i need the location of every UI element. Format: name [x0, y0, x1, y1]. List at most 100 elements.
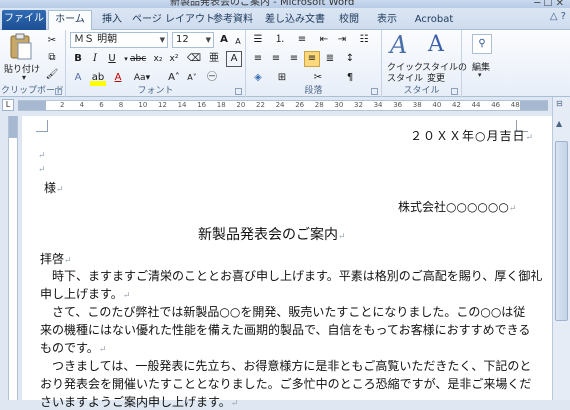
ruler-left-margin	[18, 101, 46, 110]
tab-selector-icon[interactable]: L	[2, 99, 14, 111]
ruler-number: 46	[491, 101, 501, 109]
font-name-select[interactable]: ＭＳ 明朝 ▼	[70, 32, 168, 48]
tab-home[interactable]: ホーム	[48, 10, 92, 30]
tab-insert[interactable]: 挿入	[94, 11, 130, 30]
ruler-number: 20	[236, 101, 246, 109]
subscript-icon[interactable]: x₂	[150, 51, 166, 67]
body-line[interactable]: さいますようご案内申し上げます。↵	[40, 393, 238, 410]
copy-icon[interactable]: ⧉	[44, 50, 60, 66]
ruler-number: 40	[432, 101, 442, 109]
body-line[interactable]: 申し上げます。↵	[40, 285, 130, 302]
vertical-ruler[interactable]	[8, 116, 18, 400]
window-title: 新製品発表会のご案内 - Microsoft Word	[170, 0, 355, 8]
bold-icon[interactable]: B	[70, 51, 86, 67]
line-spacing-icon[interactable]: ↕	[342, 51, 358, 67]
scroll-up-arrow-icon[interactable]: ▲	[556, 119, 562, 128]
ruler-number: 26	[295, 101, 305, 109]
ruler-number: 48	[510, 101, 520, 109]
cut-icon[interactable]: ✂	[44, 33, 60, 49]
ruler-number: 32	[354, 101, 363, 109]
document-page[interactable]: ２０ＸＸ年○月吉日↵ ↵ ↵ 様↵ 株式会社○○○○○○↵ 新製品発表会のご案内…	[22, 116, 552, 409]
superscript-icon[interactable]: x²	[166, 51, 182, 67]
numbering-icon[interactable]: ⒈	[272, 32, 288, 48]
title-bar: 新製品発表会のご案内 - Microsoft Word ─ ☐ ✕	[0, 0, 570, 8]
tab-mailings[interactable]: 差し込み文書	[262, 11, 328, 30]
scrollbar-thumb[interactable]	[555, 141, 568, 321]
clear-formatting-icon[interactable]: ⌫	[186, 51, 202, 67]
bullets-icon[interactable]: ☰	[250, 32, 266, 48]
font-size-select[interactable]: 12 ▼	[172, 32, 214, 48]
help-icon[interactable]: △ ?	[550, 11, 566, 22]
paragraph-launcher-icon[interactable]	[371, 88, 378, 95]
ruler-number: 42	[452, 101, 461, 109]
tab-references[interactable]: 参考資料	[208, 11, 258, 30]
body-line[interactable]: 時下、ますますご清栄のこととお喜び申し上げます。平素は格別のご高配を賜り、厚く御…	[40, 267, 542, 284]
font-group-label: フォント	[137, 86, 174, 96]
distributed-icon[interactable]: ≣	[322, 51, 338, 67]
editing-dropdown-icon[interactable]: ▾	[478, 71, 482, 79]
justify-icon[interactable]: ≡	[304, 51, 320, 67]
ruler-number: 36	[393, 101, 403, 109]
clipboard-launcher-icon[interactable]	[55, 88, 62, 95]
tab-acrobat[interactable]: Acrobat	[410, 11, 458, 30]
editing-group: ⚲ 編集 ▾	[462, 30, 502, 97]
tab-review[interactable]: 校閲	[334, 11, 364, 30]
ruler-toggle-icon[interactable]: ⊟	[556, 99, 563, 108]
character-border-icon[interactable]: A	[226, 51, 242, 67]
find-icon[interactable]: ⚲	[472, 34, 492, 54]
align-right-icon[interactable]: ≡	[286, 51, 302, 67]
body-line[interactable]: おり発表会を開催いたすこととなりました。ご多忙中のところ恐縮ですが、是非ご来場く…	[40, 375, 531, 392]
font-name-value: ＭＳ 明朝	[74, 34, 118, 45]
vertical-ruler-top-margin	[9, 116, 17, 138]
increase-indent-icon[interactable]: ⇥	[334, 32, 350, 48]
body-line[interactable]: 来の機種にはない優れた性能を備えた画期的製品で、自信をもってお客様におすすめでき…	[40, 321, 530, 338]
paragraph-group: ☰ ⒈ ≡ ⇤ ⇥ ☷ ≡ ≡ ≡ ≡ ≣ ↕ ◈ ⊞ ✂ ¶ 段落	[246, 30, 382, 97]
horizontal-ruler[interactable]: L 2 4 6 8 10 12 14 16 18 20 22 24 26 28 30 32 34 36 38 40 42…	[0, 97, 570, 113]
body-line[interactable]: さて、このたび弊社では新製品○○を開発、販売いたすことになりました。この○○は従	[40, 303, 525, 320]
window-controls[interactable]: ─ ☐ ✕	[534, 0, 564, 8]
ruler-number: 38	[412, 101, 422, 109]
ruler-number: 16	[197, 101, 207, 109]
change-styles-icon[interactable]: A	[428, 32, 456, 58]
vertical-scrollbar[interactable]: ⊟ ▲	[552, 97, 570, 400]
paste-icon[interactable]	[8, 33, 34, 61]
tab-view[interactable]: 表示	[372, 11, 402, 30]
body-line[interactable]: つきましては、一般発表に先立ち、お得意様方に是非ともご高覧いただきたく、下記のと	[40, 357, 531, 374]
ruler-bar: 2 4 6 8 10 12 14 16 18 20 22 24 26 28 30 32 34 36 38 40 42 44…	[18, 100, 548, 111]
tab-page-layout[interactable]: ページ レイアウト	[132, 11, 215, 30]
paste-dropdown-icon[interactable]: ▾	[22, 73, 26, 82]
ruler-number: 8	[118, 101, 124, 109]
ruler-number: 24	[275, 101, 285, 109]
asian-layout-icon[interactable]: ☷	[356, 32, 372, 48]
letter-addressee[interactable]: 様↵	[44, 179, 64, 196]
ruler-number: 30	[334, 101, 344, 109]
format-painter-icon[interactable]: 🖌	[44, 67, 60, 83]
ruler-number: 4	[79, 101, 85, 109]
italic-icon[interactable]: I	[87, 51, 103, 67]
align-center-icon[interactable]: ≡	[268, 51, 284, 67]
strikethrough-icon[interactable]: abc	[130, 51, 146, 67]
ruler-number: 22	[256, 101, 265, 109]
chevron-down-icon: ▼	[205, 36, 211, 44]
ruler-number: 2	[60, 101, 65, 109]
decrease-indent-icon[interactable]: ⇤	[316, 32, 332, 48]
styles-group-label: スタイル	[403, 86, 440, 96]
font-launcher-icon[interactable]	[235, 88, 242, 95]
ruler-number: 12	[158, 101, 167, 109]
multilevel-list-icon[interactable]: ≡	[294, 32, 310, 48]
shrink-font-icon[interactable]: A	[230, 34, 246, 50]
body-line[interactable]: ものです。↵	[40, 339, 106, 356]
quick-styles-icon[interactable]: A	[390, 32, 418, 58]
clipboard-group: 貼り付け ▾ ✂ ⧉ 🖌 クリップボード	[0, 30, 66, 97]
align-left-icon[interactable]: ≡	[250, 51, 266, 67]
font-size-value: 12	[176, 34, 189, 45]
letter-greeting[interactable]: 拝啓↵	[40, 250, 72, 267]
phonetic-guide-icon[interactable]: 亜	[206, 51, 222, 67]
letter-date[interactable]: ２０ＸＸ年○月吉日↵	[410, 127, 534, 144]
styles-launcher-icon[interactable]	[451, 88, 458, 95]
paragraph-mark: ↵	[38, 165, 46, 175]
letter-sender[interactable]: 株式会社○○○○○○↵	[398, 198, 516, 215]
letter-title[interactable]: 新製品発表会のご案内↵	[198, 224, 346, 244]
tab-file[interactable]: ファイル	[2, 10, 46, 30]
font-group: ＭＳ 明朝 ▼ 12 ▼ A A B I U ▾ abc x₂ x² ⌫ 亜 A A…	[66, 30, 246, 97]
